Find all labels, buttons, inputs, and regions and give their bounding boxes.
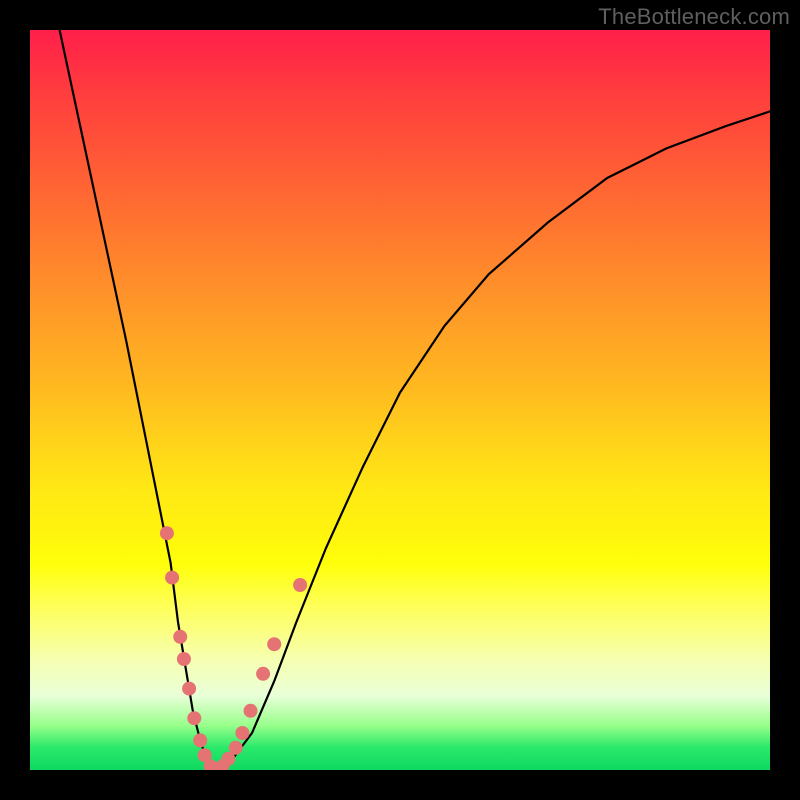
marker-dot <box>173 630 187 644</box>
marker-dot <box>193 733 207 747</box>
marker-dot <box>160 526 174 540</box>
marker-dot <box>182 682 196 696</box>
bottleneck-curve <box>60 30 770 770</box>
marker-dot <box>244 704 258 718</box>
plot-area <box>30 30 770 770</box>
chart-frame: TheBottleneck.com <box>0 0 800 800</box>
watermark-text: TheBottleneck.com <box>598 4 790 30</box>
marker-dot <box>177 652 191 666</box>
marker-dot <box>293 578 307 592</box>
marker-dot <box>267 637 281 651</box>
marker-dot <box>187 711 201 725</box>
curve-layer <box>30 30 770 770</box>
marker-dot <box>235 726 249 740</box>
marker-dot <box>165 571 179 585</box>
marker-dot <box>229 741 243 755</box>
marker-dot <box>256 667 270 681</box>
